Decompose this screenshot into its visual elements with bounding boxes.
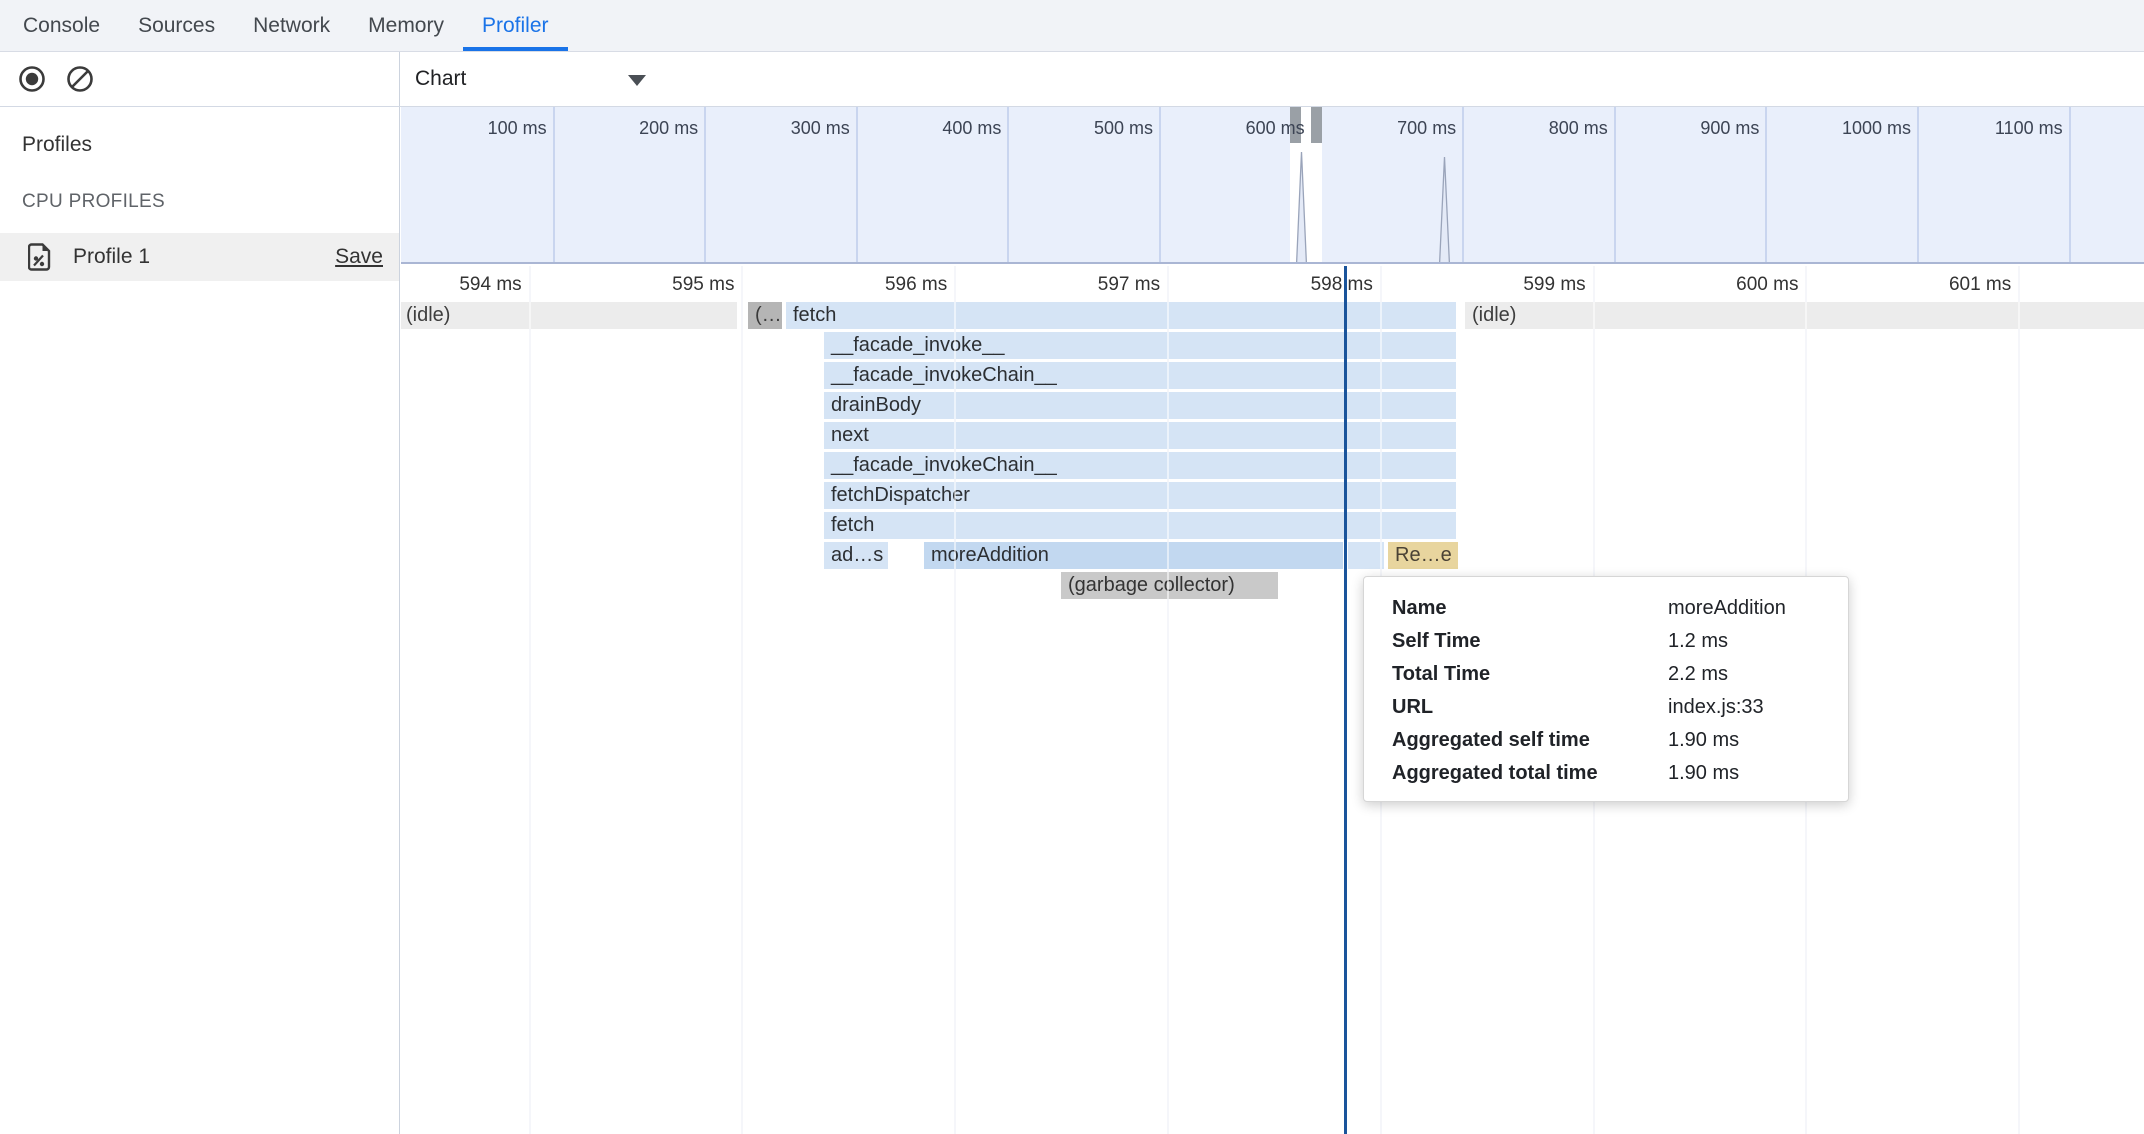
profiler-main: 100 ms 200 ms 300 ms 400 ms 500 ms 600 ms 700 … (401, 107, 2144, 1134)
cpu-profiles-section-label: CPU PROFILES (0, 157, 399, 213)
overview-gridline (1614, 107, 1616, 262)
activity-spike (1296, 152, 1307, 264)
flame-ruler-label: 597 ms (1050, 274, 1160, 296)
overview-gridline (856, 107, 858, 262)
flame-ruler-label: 596 ms (837, 274, 947, 296)
overview-tick-label: 400 ms (891, 118, 1001, 139)
flame-bar-re-e[interactable]: Re…e (1388, 542, 1458, 569)
flame-bar-fetchdispatcher[interactable]: fetchDispatcher (824, 482, 1456, 509)
flame-gridline-overlay (954, 266, 956, 1134)
overview-gridline (1159, 107, 1161, 262)
tooltip-value: moreAddition (1668, 592, 1828, 625)
flame-ruler-label: 601 ms (1901, 274, 2011, 296)
overview-gridline (1007, 107, 1009, 262)
flame-gridline-overlay (741, 266, 743, 1134)
chevron-down-icon (628, 75, 646, 86)
flame-bar-idle: (idle) (401, 302, 737, 329)
tab-console[interactable]: Console (4, 0, 119, 51)
profile-name: Profile 1 (73, 245, 150, 269)
flame-ruler-label: 600 ms (1688, 274, 1798, 296)
flame-gridline-overlay (529, 266, 531, 1134)
flame-bar-drainbody[interactable]: drainBody (824, 392, 1456, 419)
activity-spike (1439, 157, 1450, 264)
overview-tick-label: 1000 ms (1801, 118, 1911, 139)
view-mode-select[interactable]: Chart (415, 52, 655, 106)
view-mode-label: Chart (415, 67, 466, 91)
overview-gridline (553, 107, 555, 262)
flame-gridline-overlay (1167, 266, 1169, 1134)
tooltip-row: NamemoreAddition (1392, 592, 1828, 625)
flame-ruler-label: 599 ms (1476, 274, 1586, 296)
tab-profiler[interactable]: Profiler (463, 0, 568, 51)
overview-gridline (1917, 107, 1919, 262)
flame-ruler-label: 595 ms (624, 274, 734, 296)
tooltip-label: Aggregated self time (1392, 724, 1668, 757)
flame-bar-facade-invokechain[interactable]: __facade_invokeChain__ (824, 452, 1456, 479)
overview-gridline (1765, 107, 1767, 262)
tooltip-value: index.js:33 (1668, 691, 1828, 724)
overview-tick-label: 1200 ms (2104, 118, 2144, 139)
tooltip-label: Total Time (1392, 658, 1668, 691)
flame-bar-garbage-collector[interactable]: (garbage collector) (1061, 572, 1278, 599)
flame-bar-tooltip: NamemoreAdditionSelf Time1.2 msTotal Tim… (1363, 576, 1849, 802)
overview-gridline (1462, 107, 1464, 262)
tab-bar: ConsoleSourcesNetworkMemoryProfiler (0, 0, 2144, 52)
tooltip-label: URL (1392, 691, 1668, 724)
overview-tick-label: 900 ms (1649, 118, 1759, 139)
overview-tick-label: 1100 ms (1953, 118, 2063, 139)
overview-gridline (2069, 107, 2071, 262)
overview-gridline (704, 107, 706, 262)
selection-handle-right[interactable] (1311, 107, 1322, 143)
overview-tick-label: 800 ms (1498, 118, 1608, 139)
flame-bar-facade-invoke[interactable]: __facade_invoke__ (824, 332, 1456, 359)
overview-tick-label: 500 ms (1043, 118, 1153, 139)
current-time-marker (1344, 266, 1347, 1134)
tab-network[interactable]: Network (234, 0, 349, 51)
flame-ruler-label: 598 ms (1263, 274, 1373, 296)
flame-bar[interactable] (1348, 542, 1384, 569)
record-profile-button[interactable] (18, 65, 46, 93)
tab-sources[interactable]: Sources (119, 0, 234, 51)
toolbar: Chart (0, 52, 2144, 107)
sidebar: Profiles CPU PROFILES Profile 1 Save (0, 107, 400, 1134)
tooltip-value: 1.90 ms (1668, 724, 1828, 757)
tooltip-value: 1.90 ms (1668, 757, 1828, 790)
clear-profiles-button[interactable] (66, 65, 94, 93)
tooltip-value: 1.2 ms (1668, 625, 1828, 658)
flame-chart[interactable]: 594 ms 595 ms 596 ms 597 ms 598 ms 599 ms 600 … (401, 266, 2144, 1134)
tooltip-label: Self Time (1392, 625, 1668, 658)
flame-bar-fetch[interactable]: fetch (824, 512, 1456, 539)
tooltip-label: Name (1392, 592, 1668, 625)
tooltip-label: Aggregated total time (1392, 757, 1668, 790)
overview-tick-label: 600 ms (1195, 118, 1305, 139)
overview-tick-label: 700 ms (1346, 118, 1456, 139)
overview-tick-label: 300 ms (740, 118, 850, 139)
flame-bar-[interactable]: (… (748, 302, 782, 329)
tooltip-row: Total Time2.2 ms (1392, 658, 1828, 691)
tooltip-row: Aggregated total time1.90 ms (1392, 757, 1828, 790)
flame-bar-moreaddition[interactable]: moreAddition (924, 542, 1343, 569)
overview-tick-label: 200 ms (588, 118, 698, 139)
flame-bar-next[interactable]: next (824, 422, 1456, 449)
flame-gridline-overlay (2018, 266, 2020, 1134)
tooltip-row: Aggregated self time1.90 ms (1392, 724, 1828, 757)
flame-bar-facade-invokechain[interactable]: __facade_invokeChain__ (824, 362, 1456, 389)
tooltip-row: URLindex.js:33 (1392, 691, 1828, 724)
timeline-overview[interactable]: 100 ms 200 ms 300 ms 400 ms 500 ms 600 ms 700 … (401, 107, 2144, 264)
save-profile-link[interactable]: Save (335, 245, 383, 269)
tab-memory[interactable]: Memory (349, 0, 463, 51)
tooltip-value: 2.2 ms (1668, 658, 1828, 691)
sidebar-item-profile-1[interactable]: Profile 1 Save (0, 233, 399, 281)
flame-bar-fetch[interactable]: fetch (786, 302, 1456, 329)
flame-bar-ad-s[interactable]: ad…s (824, 542, 888, 569)
profiles-heading: Profiles (0, 107, 399, 157)
profiler-controls (0, 52, 400, 106)
flame-ruler-label: 594 ms (412, 274, 522, 296)
overview-tick-label: 100 ms (437, 118, 547, 139)
profile-document-icon (28, 243, 51, 271)
tooltip-row: Self Time1.2 ms (1392, 625, 1828, 658)
